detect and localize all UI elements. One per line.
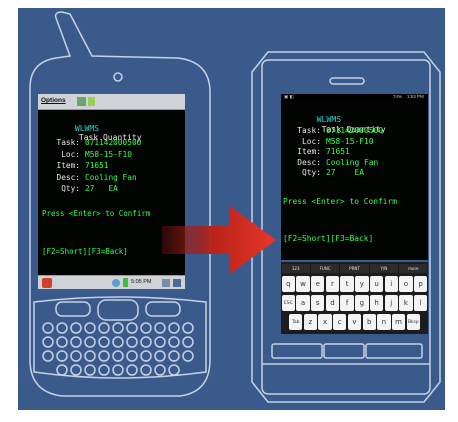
key-o[interactable]: o [399,276,413,292]
function-key[interactable]: Y/N [369,264,399,273]
key-p[interactable]: p [413,276,428,292]
key-n[interactable]: n [377,314,391,330]
notification-icons: ▣ ◧ [284,94,294,99]
key-z[interactable]: z [303,314,318,330]
field-row: Qty: 27 EA [281,168,364,177]
key-w[interactable]: w [296,276,310,292]
right-statusbar: ▣ ◧ 74% 1:53 PM [281,94,428,101]
key-e[interactable]: e [311,276,325,292]
field-value: M58-15-F10 [326,136,374,146]
function-key[interactable]: PRNT [340,264,369,273]
key-esc[interactable]: ESC [281,295,296,311]
key-y[interactable]: y [355,276,369,292]
field-label: Desc: [297,157,321,167]
soft-keyboard: 123 FUNC PRNT Y/N more q w e r t y u i o p ESC a s d f g h j k… [281,262,428,334]
key-f[interactable]: f [340,295,354,311]
function-key[interactable]: more [399,264,428,273]
confirm-prompt: Press <Enter> to Confirm [283,197,398,206]
key-t[interactable]: t [340,276,354,292]
key-d[interactable]: d [325,295,340,311]
key-a[interactable]: a [296,295,310,311]
key-k[interactable]: k [399,295,413,311]
field-row: Task: 071142000500 [281,126,383,135]
field-value: 071142000500 [326,126,384,135]
app-name: WLWMS [316,114,342,124]
function-key[interactable]: FUNC [310,264,340,273]
field-row: Item: 71651 [281,147,350,156]
key-h[interactable]: h [369,295,384,311]
field-label: Qty: [301,168,321,177]
key-r[interactable]: r [325,276,340,292]
field-value: 27 EA [326,168,365,177]
right-device-screen: ▣ ◧ 74% 1:53 PM WLWMS Task Quantity Task… [281,94,428,260]
softkey-hints: [F2=Short][F3=Back] [283,234,374,243]
statusbar-clock: 1:53 PM [407,94,424,99]
key-b[interactable]: b [362,314,376,330]
field-label: Loc: [301,136,321,146]
field-row: Desc: Cooling Fan [281,158,378,167]
field-label: Task: [297,126,321,135]
key-j[interactable]: j [384,295,398,311]
field-value: Cooling Fan [326,157,379,167]
key-tab[interactable]: Tab [289,314,303,330]
key-l[interactable]: l [413,295,428,311]
key-bksp[interactable]: Bksp [406,314,420,330]
field-label: Item: [297,147,321,156]
key-g[interactable]: g [355,295,369,311]
key-u[interactable]: u [369,276,384,292]
key-m[interactable]: m [391,314,406,330]
key-i[interactable]: i [384,276,398,292]
key-c[interactable]: c [333,314,347,330]
statusbar-battery: 74% [393,94,403,99]
illustration: Options WLWMS Task Quantity Task: 0711420… [0,0,458,422]
function-key[interactable]: 123 [281,264,310,273]
key-q[interactable]: q [281,276,296,292]
key-s[interactable]: s [311,295,325,311]
field-row: Loc: M58-15-F10 [281,137,374,146]
key-x[interactable]: x [318,314,332,330]
key-v[interactable]: v [347,314,362,330]
field-value: 71651 [326,147,350,156]
